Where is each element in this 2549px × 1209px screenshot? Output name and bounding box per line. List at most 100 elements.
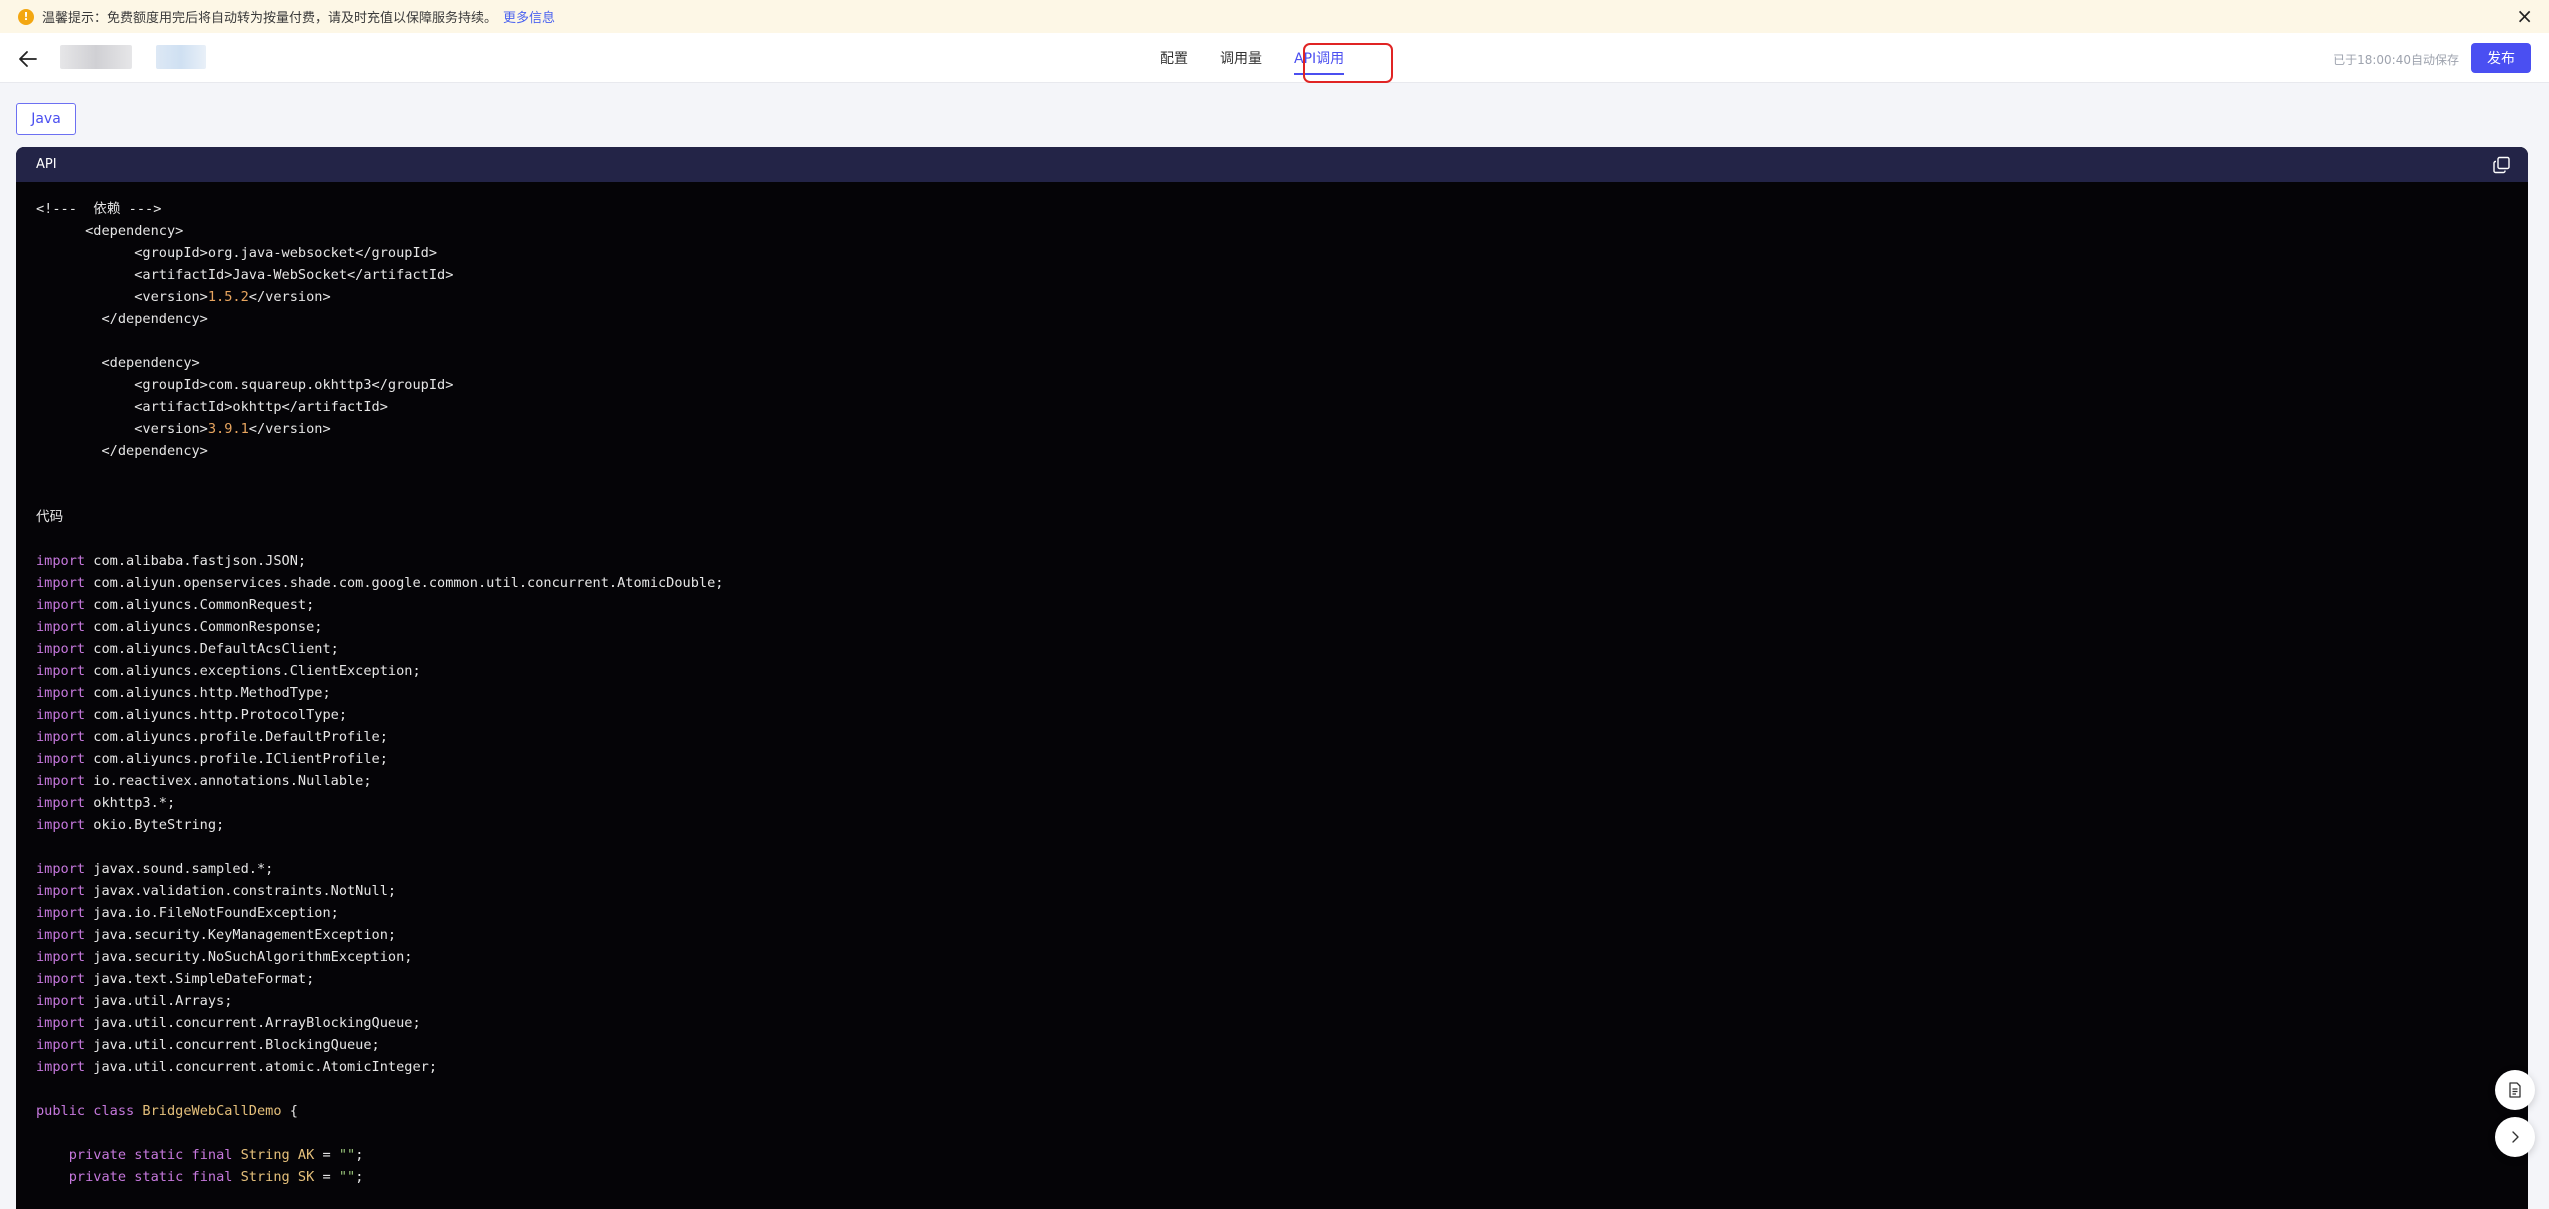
code-keyword: import <box>36 1015 86 1031</box>
code-token: okhttp3.*; <box>85 795 176 811</box>
code-token: com.aliyuncs.exceptions.ClientException; <box>85 663 421 679</box>
code-keyword: import <box>36 795 86 811</box>
code-line: import com.aliyun.openservices.shade.com… <box>36 572 2508 594</box>
top-header: 配置 调用量 API调用 已于18:00:40自动保存 发布 <box>0 33 2549 83</box>
code-token: java.text.SimpleDateFormat; <box>85 971 315 987</box>
code-line: import com.alibaba.fastjson.JSON; <box>36 550 2508 572</box>
code-token: ; <box>355 1147 364 1163</box>
code-keyword: import <box>36 619 86 635</box>
code-token: <dependency> <box>36 223 184 239</box>
code-line: import com.aliyuncs.DefaultAcsClient; <box>36 638 2508 660</box>
code-token: ; <box>355 1169 364 1185</box>
notice-bar: ! 温馨提示：免费额度用完后将自动转为按量付费，请及时充值以保障服务持续。 更多… <box>0 0 2549 33</box>
code-keyword: import <box>36 707 86 723</box>
code-line: </dependency> <box>36 440 2508 462</box>
code-token: <!--- 依赖 ---> <box>36 201 162 217</box>
code-keyword: import <box>36 641 86 657</box>
code-line: private static final String AK = ""; <box>36 1144 2508 1166</box>
code-token: SK <box>297 1169 315 1185</box>
code-line: import javax.sound.sampled.*; <box>36 858 2508 880</box>
code-keyword: import <box>36 1037 86 1053</box>
code-keyword: import <box>36 883 86 899</box>
code-line: </dependency> <box>36 308 2508 330</box>
code-token: com.alibaba.fastjson.JSON; <box>85 553 307 569</box>
code-line: 代码 <box>36 506 2508 528</box>
code-keyword: import <box>36 597 86 613</box>
code-token: <artifactId>okhttp</artifactId> <box>36 399 388 415</box>
publish-button[interactable]: 发布 <box>2471 43 2531 73</box>
code-token: java.security.NoSuchAlgorithmException; <box>85 949 413 965</box>
code-token: javax.validation.constraints.NotNull; <box>85 883 397 899</box>
code-token: io.reactivex.annotations.Nullable; <box>85 773 372 789</box>
code-token: = <box>314 1147 339 1163</box>
code-block: <!--- 依赖 ---> <dependency> <groupId>org.… <box>16 182 2528 1204</box>
code-line: <dependency> <box>36 352 2508 374</box>
code-token: 3.9.1 <box>207 421 249 437</box>
code-keyword: import <box>36 729 86 745</box>
api-code-panel: API <!--- 依赖 ---> <dependency> <groupId>… <box>16 147 2528 1209</box>
code-line: <groupId>org.java-websocket</groupId> <box>36 242 2508 264</box>
panel-header: API <box>16 147 2528 182</box>
code-token: String <box>240 1147 290 1163</box>
code-token: java.util.concurrent.ArrayBlockingQueue; <box>85 1015 421 1031</box>
code-token: 代码 <box>36 509 64 525</box>
code-line: import java.util.concurrent.atomic.Atomi… <box>36 1056 2508 1078</box>
code-keyword: import <box>36 971 86 987</box>
code-keyword: import <box>36 1059 86 1075</box>
code-keyword: private static final <box>68 1169 233 1185</box>
chevron-right-icon[interactable] <box>2495 1117 2535 1157</box>
code-line: public class BridgeWebCallDemo { <box>36 1100 2508 1122</box>
panel-title: API <box>36 157 57 172</box>
code-keyword: public class <box>36 1103 135 1119</box>
code-line: import com.aliyuncs.CommonRequest; <box>36 594 2508 616</box>
code-keyword: import <box>36 663 86 679</box>
document-icon[interactable] <box>2495 1070 2535 1110</box>
copy-icon[interactable] <box>2492 155 2512 175</box>
app-tag-redacted <box>156 45 206 69</box>
code-token: 1.5.2 <box>207 289 249 305</box>
code-token: BridgeWebCallDemo <box>142 1103 282 1119</box>
tab-config[interactable]: 配置 <box>1160 33 1188 83</box>
code-line: import com.aliyuncs.http.ProtocolType; <box>36 704 2508 726</box>
code-line: private static final String SK = ""; <box>36 1166 2508 1188</box>
code-line: import okio.ByteString; <box>36 814 2508 836</box>
tab-usage[interactable]: 调用量 <box>1220 33 1262 83</box>
code-token: </dependency> <box>36 311 208 327</box>
code-line: import java.text.SimpleDateFormat; <box>36 968 2508 990</box>
code-line: import java.util.Arrays; <box>36 990 2508 1012</box>
code-token: com.aliyuncs.profile.DefaultProfile; <box>85 729 388 745</box>
code-line: import com.aliyuncs.http.MethodType; <box>36 682 2508 704</box>
language-java-button[interactable]: Java <box>16 103 76 135</box>
close-icon[interactable]: × <box>2516 6 2533 26</box>
code-token: <artifactId>Java-WebSocket</artifactId> <box>36 267 454 283</box>
more-info-link[interactable]: 更多信息 <box>503 7 555 26</box>
code-token: <groupId>org.java-websocket</groupId> <box>36 245 438 261</box>
warning-icon: ! <box>18 8 34 25</box>
autosave-status: 已于18:00:40自动保存 <box>2333 53 2459 67</box>
code-token: com.aliyuncs.CommonResponse; <box>85 619 323 635</box>
code-token: java.util.concurrent.BlockingQueue; <box>85 1037 380 1053</box>
code-line: <groupId>com.squareup.okhttp3</groupId> <box>36 374 2508 396</box>
code-keyword: import <box>36 927 86 943</box>
code-keyword: import <box>36 817 86 833</box>
code-token: com.aliyun.openservices.shade.com.google… <box>85 575 724 591</box>
code-token: java.util.concurrent.atomic.AtomicIntege… <box>85 1059 438 1075</box>
code-token: "" <box>338 1147 356 1163</box>
code-keyword: import <box>36 861 86 877</box>
arrow-left-icon[interactable] <box>16 47 40 71</box>
code-token: { <box>281 1103 298 1119</box>
code-keyword: import <box>36 575 86 591</box>
code-token: java.io.FileNotFoundException; <box>85 905 339 921</box>
code-line: import io.reactivex.annotations.Nullable… <box>36 770 2508 792</box>
code-keyword: import <box>36 773 86 789</box>
code-line: <artifactId>Java-WebSocket</artifactId> <box>36 264 2508 286</box>
code-token: com.aliyuncs.DefaultAcsClient; <box>85 641 339 657</box>
